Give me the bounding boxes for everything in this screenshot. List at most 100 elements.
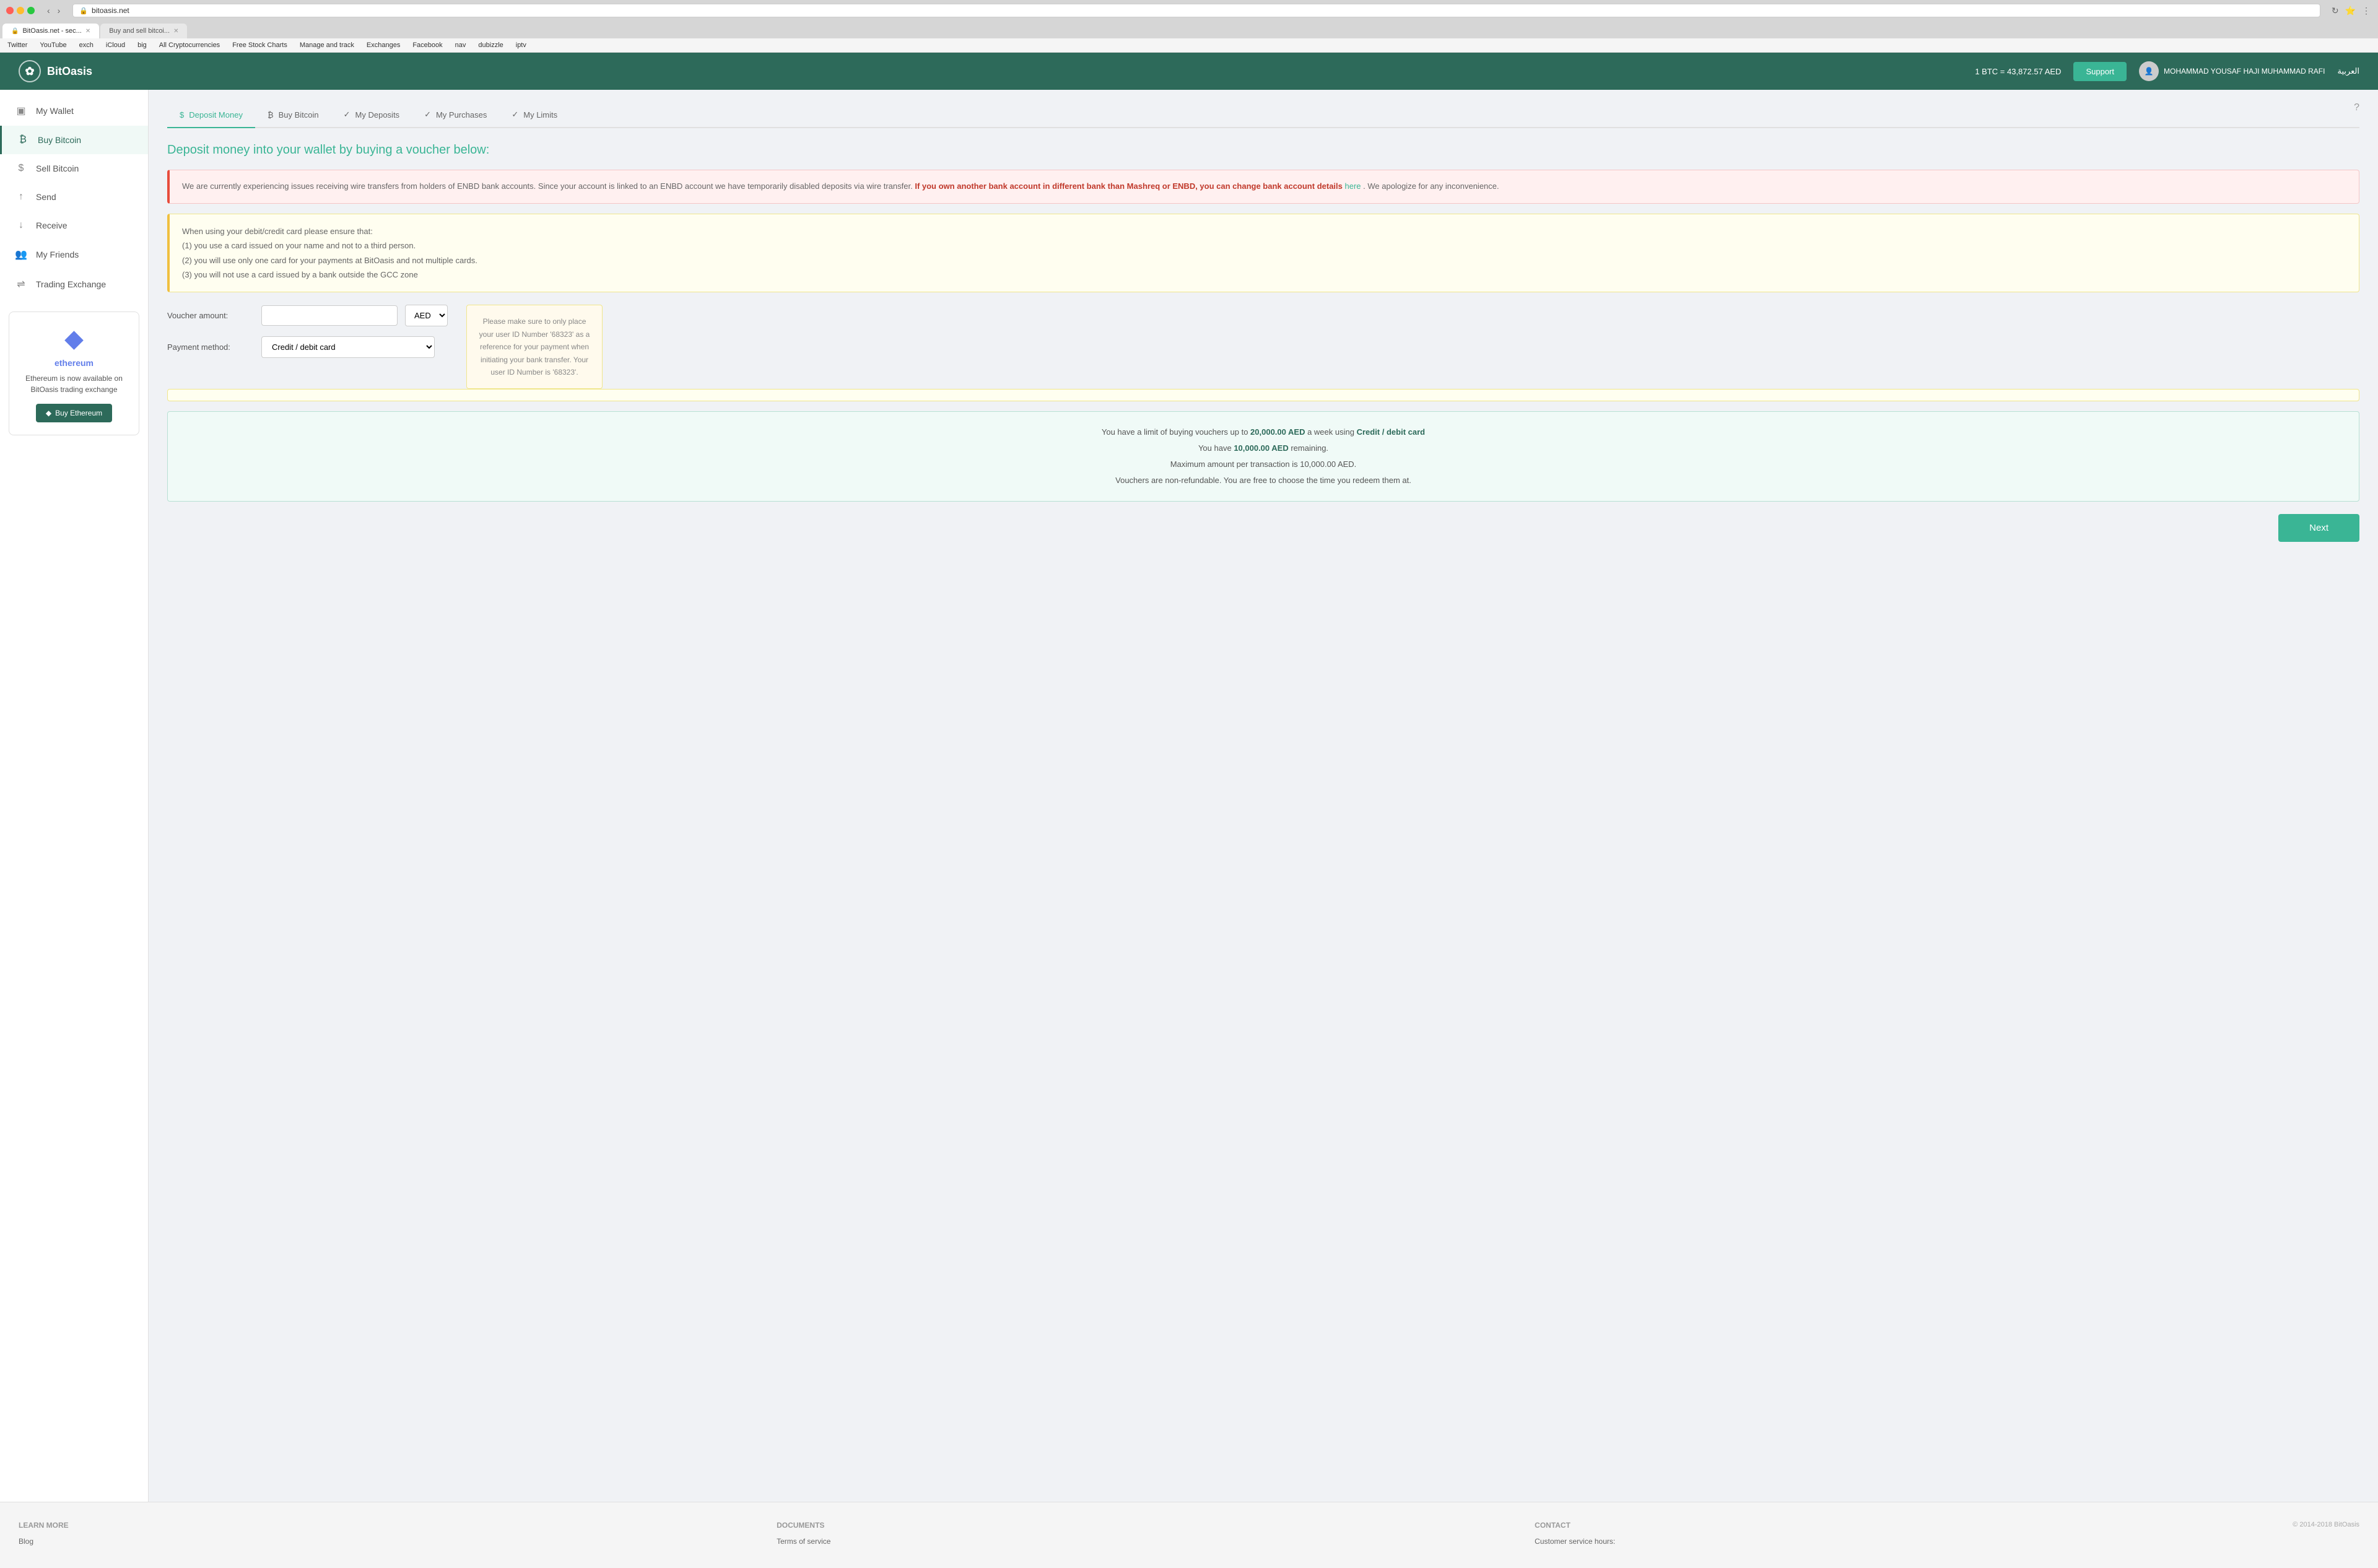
deposit-tab-icon: $ bbox=[180, 110, 184, 120]
limit-line-1: You have a limit of buying vouchers up t… bbox=[180, 424, 2346, 440]
payment-label: Payment method: bbox=[167, 342, 254, 352]
form-section: Voucher amount: AED Payment method: Cred… bbox=[167, 305, 448, 377]
minimize-window-button[interactable] bbox=[17, 7, 24, 14]
back-button[interactable]: ‹ bbox=[45, 4, 53, 17]
bookmark-dubizzle[interactable]: dubizzle bbox=[476, 40, 505, 50]
limit-amount: 20,000.00 AED bbox=[1250, 427, 1305, 437]
sidebar-item-buy-bitcoin[interactable]: ₿ Buy Bitcoin bbox=[0, 126, 148, 154]
tab-my-deposits[interactable]: ✓ My Deposits bbox=[331, 102, 412, 128]
tab-deposit-money[interactable]: $ Deposit Money bbox=[167, 102, 255, 128]
next-button[interactable]: Next bbox=[2278, 514, 2359, 542]
sidebar-label-friends: My Friends bbox=[36, 250, 79, 259]
deposits-tab-label: My Deposits bbox=[355, 110, 400, 120]
help-icon[interactable]: ? bbox=[2354, 102, 2359, 127]
tab-my-limits[interactable]: ✓ My Limits bbox=[499, 102, 570, 128]
bookmark-youtube[interactable]: YouTube bbox=[37, 40, 69, 50]
buy-tab-icon: ₿ bbox=[268, 110, 274, 120]
limit-line-3: Maximum amount per transaction is 10,000… bbox=[180, 456, 2346, 473]
footer-documents-title: DOCUMENTS bbox=[777, 1521, 1510, 1530]
footer-terms-link[interactable]: Terms of service bbox=[777, 1537, 1510, 1546]
limit-info: You have a limit of buying vouchers up t… bbox=[167, 411, 2359, 502]
tab-buy-bitcoin[interactable]: ₿ Buy Bitcoin bbox=[255, 102, 331, 128]
page-tabs: $ Deposit Money ₿ Buy Bitcoin ✓ My Depos… bbox=[167, 102, 2359, 128]
ethereum-promo: ◆ ethereum Ethereum is now available on … bbox=[9, 311, 139, 435]
forward-button[interactable]: › bbox=[55, 4, 63, 17]
page-title: Deposit money into your wallet by buying… bbox=[167, 143, 2359, 157]
currency-select[interactable]: AED bbox=[405, 305, 448, 326]
sidebar-label-exchange: Trading Exchange bbox=[36, 279, 106, 289]
bookmark-exch[interactable]: exch bbox=[77, 40, 96, 50]
inactive-tab[interactable]: Buy and sell bitcoi... ✕ bbox=[100, 24, 187, 38]
alert-text-1: We are currently experiencing issues rec… bbox=[182, 181, 913, 191]
bookmark-icloud[interactable]: iCloud bbox=[103, 40, 128, 50]
payment-row: Payment method: Credit / debit card Bank… bbox=[167, 336, 448, 358]
payment-method-select[interactable]: Credit / debit card Bank transfer bbox=[261, 336, 435, 358]
menu-button[interactable]: ⋮ bbox=[2361, 4, 2372, 17]
browser-tabs: 🔒 BitOasis.net - sec... ✕ Buy and sell b… bbox=[0, 21, 2378, 38]
sidebar-item-friends[interactable]: 👥 My Friends bbox=[0, 240, 148, 269]
limit-method: Credit / debit card bbox=[1357, 427, 1426, 437]
logo-text: BitOasis bbox=[47, 65, 92, 78]
limits-tab-label: My Limits bbox=[523, 110, 557, 120]
footer-blog-link[interactable]: Blog bbox=[19, 1537, 752, 1546]
site-logo[interactable]: ✿ BitOasis bbox=[19, 60, 92, 82]
address-bar[interactable]: 🔒 bitoasis.net bbox=[72, 4, 2320, 17]
active-tab[interactable]: 🔒 BitOasis.net - sec... ✕ bbox=[2, 24, 99, 38]
support-button[interactable]: Support bbox=[2073, 62, 2127, 81]
bookmark-exchanges[interactable]: Exchanges bbox=[364, 40, 403, 50]
browser-navigation: ‹ › bbox=[45, 4, 63, 17]
sidebar-item-send[interactable]: ↑ Send bbox=[0, 183, 148, 211]
reload-button[interactable]: ↻ bbox=[2330, 4, 2340, 17]
alert-bold-text: If you own another bank account in diffe… bbox=[915, 181, 1343, 191]
browser-window-controls bbox=[6, 7, 35, 14]
bookmark-free-charts[interactable]: Free Stock Charts bbox=[230, 40, 290, 50]
tab-close-icon[interactable]: ✕ bbox=[85, 28, 90, 35]
alert-text-2: . We apologize for any inconvenience. bbox=[1363, 181, 1499, 191]
alert-link[interactable]: here bbox=[1345, 181, 1361, 191]
sidebar-item-sell-bitcoin[interactable]: $ Sell Bitcoin bbox=[0, 154, 148, 183]
voucher-row: Voucher amount: AED bbox=[167, 305, 448, 326]
friends-icon: 👥 bbox=[15, 248, 27, 261]
bookmark-iptv[interactable]: iptv bbox=[513, 40, 529, 50]
exchange-icon: ⇌ bbox=[15, 278, 27, 290]
language-switch[interactable]: العربية bbox=[2337, 66, 2359, 76]
voucher-input[interactable] bbox=[261, 305, 398, 326]
bookmark-twitter[interactable]: Twitter bbox=[5, 40, 30, 50]
sell-icon: $ bbox=[15, 163, 27, 174]
side-note-text: Please make sure to only place your user… bbox=[479, 317, 590, 377]
tab-close-icon-2[interactable]: ✕ bbox=[173, 28, 178, 35]
main-layout: ▣ My Wallet ₿ Buy Bitcoin $ Sell Bitcoin… bbox=[0, 90, 2378, 1502]
close-window-button[interactable] bbox=[6, 7, 14, 14]
user-name: MOHAMMAD YOUSAF HAJI MUHAMMAD RAFI bbox=[2164, 67, 2325, 76]
tab-my-purchases[interactable]: ✓ My Purchases bbox=[412, 102, 499, 128]
voucher-label: Voucher amount: bbox=[167, 311, 254, 320]
receive-icon: ↓ bbox=[15, 220, 27, 231]
limit-prefix: You have a limit of buying vouchers up t… bbox=[1102, 427, 1250, 437]
content-area: $ Deposit Money ₿ Buy Bitcoin ✓ My Depos… bbox=[149, 90, 2378, 1502]
bookmark-nav[interactable]: nav bbox=[453, 40, 469, 50]
btc-price: 1 BTC = 43,872.57 AED bbox=[1975, 67, 2061, 76]
alert-card-rules: When using your debit/credit card please… bbox=[167, 214, 2359, 293]
sidebar-item-receive[interactable]: ↓ Receive bbox=[0, 211, 148, 240]
sidebar-item-wallet[interactable]: ▣ My Wallet bbox=[0, 96, 148, 126]
url-text: bitoasis.net bbox=[92, 6, 129, 15]
tab-favicon: 🔒 bbox=[11, 28, 19, 35]
bookmark-big[interactable]: big bbox=[135, 40, 149, 50]
action-bar: Next bbox=[167, 514, 2359, 542]
sidebar-item-exchange[interactable]: ⇌ Trading Exchange bbox=[0, 269, 148, 299]
side-note: Please make sure to only place your user… bbox=[466, 305, 603, 389]
card-rule-2: (2) you will use only one card for your … bbox=[182, 253, 2346, 268]
sidebar: ▣ My Wallet ₿ Buy Bitcoin $ Sell Bitcoin… bbox=[0, 90, 149, 1502]
browser-toolbar-icons: ↻ ⭐ ⋮ bbox=[2330, 4, 2372, 17]
card-rule-0: When using your debit/credit card please… bbox=[182, 224, 2346, 238]
remaining-amount: 10,000.00 AED bbox=[1234, 443, 1288, 453]
bookmark-button[interactable]: ⭐ bbox=[2344, 4, 2357, 17]
limit-line-2: You have 10,000.00 AED remaining. bbox=[180, 440, 2346, 456]
user-info: 👤 MOHAMMAD YOUSAF HAJI MUHAMMAD RAFI bbox=[2139, 61, 2325, 81]
bookmark-facebook[interactable]: Facebook bbox=[410, 40, 445, 50]
card-rule-3: (3) you will not use a card issued by a … bbox=[182, 268, 2346, 282]
bookmark-all-crypto[interactable]: All Cryptocurrencies bbox=[157, 40, 222, 50]
maximize-window-button[interactable] bbox=[27, 7, 35, 14]
buy-ethereum-button[interactable]: ◆ Buy Ethereum bbox=[36, 404, 112, 422]
bookmark-manage[interactable]: Manage and track bbox=[297, 40, 357, 50]
